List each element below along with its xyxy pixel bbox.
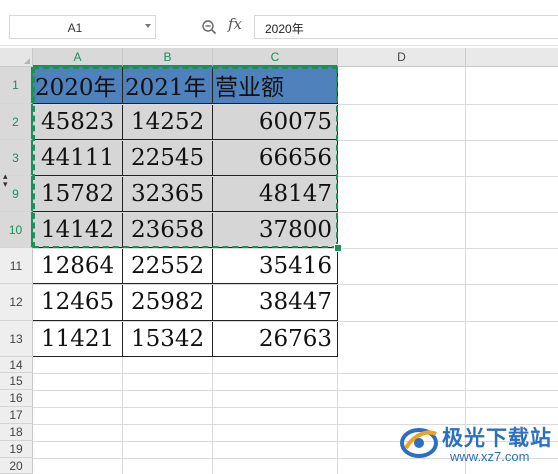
cell-a13[interactable]: 11421	[33, 321, 123, 357]
column-header-d[interactable]: D	[338, 48, 466, 67]
row-header-11[interactable]: 11	[0, 248, 33, 284]
name-box[interactable]: A1	[9, 15, 156, 39]
cell-c9[interactable]: 48147	[213, 176, 338, 212]
row-header-16[interactable]: 16	[0, 390, 33, 407]
fill-handle[interactable]	[334, 244, 342, 252]
row-header-19[interactable]: 19	[0, 441, 33, 458]
empty-cells-b[interactable]	[123, 357, 213, 474]
column-header-b[interactable]: B	[123, 48, 213, 67]
row-header-15[interactable]: 15	[0, 373, 33, 390]
formula-input[interactable]: 2020年	[254, 15, 558, 39]
cell-b2[interactable]: 14252	[123, 104, 213, 140]
empty-cells-c[interactable]	[213, 357, 338, 474]
name-box-value: A1	[67, 21, 83, 35]
row-header-14[interactable]: 14	[0, 357, 33, 373]
row-header-1[interactable]: 1	[0, 67, 33, 104]
column-header-a[interactable]: A	[33, 48, 123, 67]
cell-a2[interactable]: 45823	[33, 104, 123, 140]
cell-c2[interactable]: 60075	[213, 104, 338, 140]
formula-bar: A1 fx 2020年	[0, 0, 558, 46]
column-header-e[interactable]	[466, 48, 558, 67]
empty-cells-a[interactable]	[33, 357, 123, 474]
cell-b12[interactable]: 25982	[123, 284, 213, 321]
watermark: 极光下载站 www.xz7.com	[398, 418, 553, 468]
cell-a12[interactable]: 12465	[33, 284, 123, 321]
cell-c12[interactable]: 38447	[213, 284, 338, 321]
hidden-rows-icon[interactable]: ▴ ▾	[3, 172, 8, 189]
row-header-20[interactable]: 20	[0, 458, 33, 474]
select-all-corner[interactable]	[0, 48, 33, 67]
function-icon[interactable]: fx	[228, 15, 242, 33]
cell-b13[interactable]: 15342	[123, 321, 213, 357]
column-d-cells[interactable]	[338, 67, 466, 358]
row-header-2[interactable]: 2	[0, 104, 33, 140]
cell-a3[interactable]: 44111	[33, 140, 123, 176]
row-header-17[interactable]: 17	[0, 407, 33, 424]
cell-c10[interactable]: 37800	[213, 212, 338, 248]
watermark-url: www.xz7.com	[450, 449, 530, 464]
cell-a9[interactable]: 15782	[33, 176, 123, 212]
row-header-13[interactable]: 13	[0, 321, 33, 357]
column-e-cells[interactable]	[466, 67, 558, 358]
row-header-12[interactable]: 12	[0, 284, 33, 321]
cell-b9[interactable]: 32365	[123, 176, 213, 212]
cell-b10[interactable]: 23658	[123, 212, 213, 248]
cell-b3[interactable]: 22545	[123, 140, 213, 176]
row-header-18[interactable]: 18	[0, 424, 33, 441]
cell-c13[interactable]: 26763	[213, 321, 338, 357]
row-header-10[interactable]: 10	[0, 212, 33, 248]
cell-a10[interactable]: 14142	[33, 212, 123, 248]
cell-b1[interactable]: 2021年	[123, 67, 213, 104]
column-header-c[interactable]: C	[213, 48, 338, 67]
zoom-icon[interactable]	[201, 19, 217, 35]
cell-c1[interactable]: 营业额	[213, 67, 338, 104]
cell-b11[interactable]: 22552	[123, 248, 213, 284]
watermark-title: 极光下载站	[442, 427, 552, 450]
chevron-down-icon[interactable]	[145, 24, 151, 28]
watermark-logo-icon	[400, 428, 438, 458]
cell-a1[interactable]: 2020年	[33, 67, 123, 104]
formula-value: 2020年	[265, 22, 304, 36]
cell-c11[interactable]: 35416	[213, 248, 338, 284]
cell-c3[interactable]: 66656	[213, 140, 338, 176]
cell-a11[interactable]: 12864	[33, 248, 123, 284]
